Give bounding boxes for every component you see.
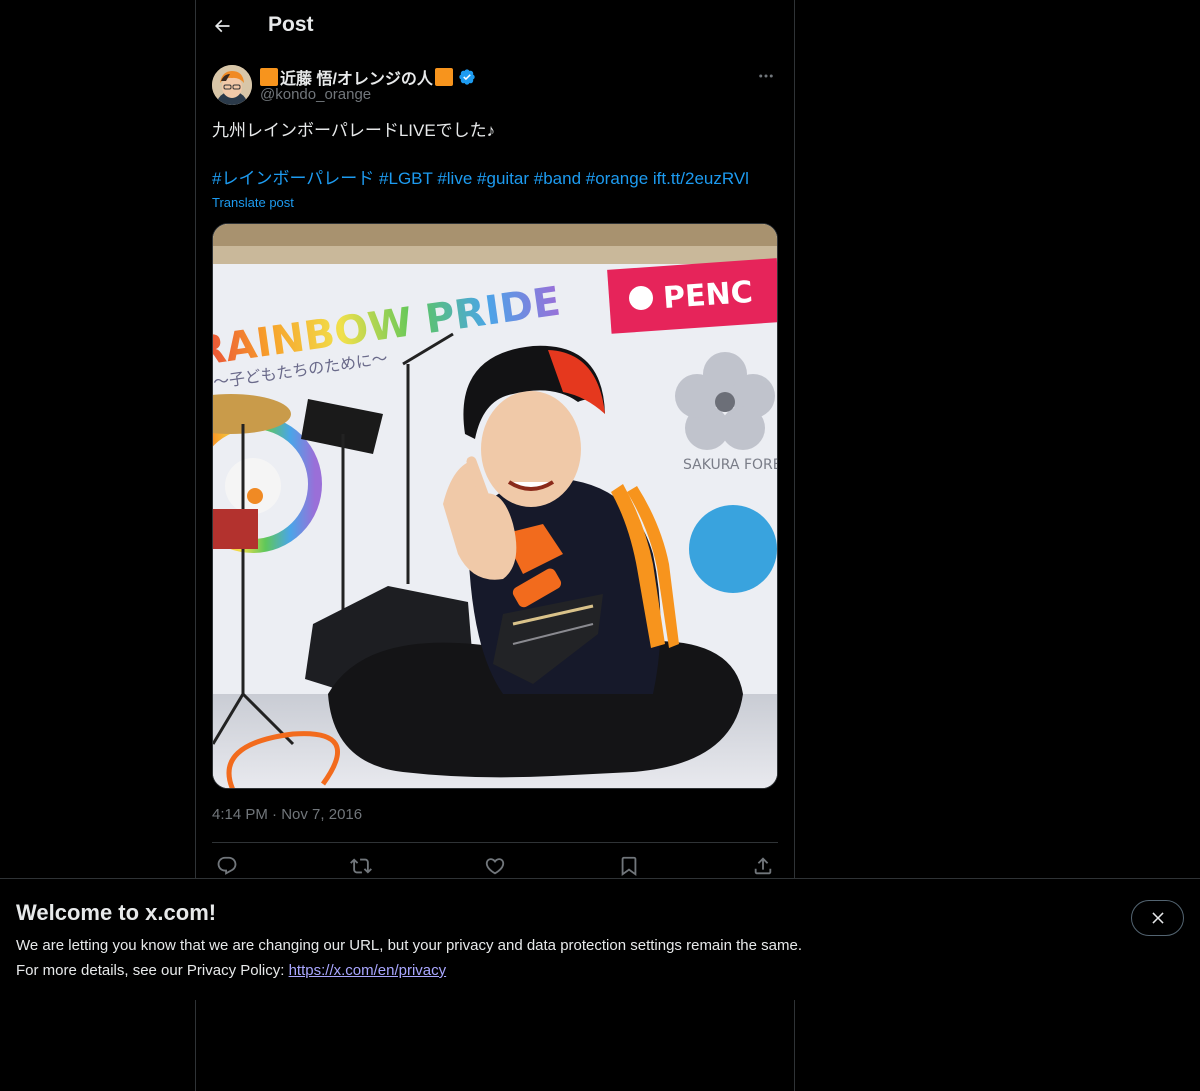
hashtag-link[interactable]: #レインボーパレード [212, 169, 374, 188]
hashtag-link[interactable]: #orange [586, 169, 648, 188]
repost-icon [350, 858, 372, 874]
share-icon [754, 857, 772, 875]
bookmark-icon [621, 856, 637, 877]
avatar[interactable] [212, 65, 252, 105]
orange-square-emoji [434, 68, 453, 86]
hashtag-link[interactable]: #guitar [477, 169, 529, 188]
url-change-banner: Welcome to x.com! We are letting you kno… [0, 878, 1200, 1000]
page-title: Post [268, 13, 314, 36]
divider [212, 842, 778, 843]
photo-guitarist: RAINBOW PRIDE 〜子どもたちのために〜 PENC SAKURA FO… [213, 224, 778, 788]
post-actions [212, 852, 778, 880]
post-header: Post [196, 0, 794, 53]
photo-sakura-text: SAKURA FORE [683, 457, 778, 473]
timestamp-separator: · [272, 806, 278, 823]
hashtag-link[interactable]: #LGBT [379, 169, 433, 188]
repost-button[interactable] [346, 852, 376, 880]
post-timestamp: 4:14 PM · Nov 7, 2016 [212, 806, 362, 823]
post-photo[interactable]: RAINBOW PRIDE 〜子どもたちのために〜 PENC SAKURA FO… [212, 223, 778, 789]
external-link[interactable]: ift.tt/2euzRVl [653, 169, 749, 188]
share-button[interactable] [748, 852, 778, 880]
like-button[interactable] [480, 852, 510, 880]
post-date[interactable]: Nov 7, 2016 [281, 806, 362, 823]
back-button[interactable] [204, 8, 240, 44]
post-text: 九州レインボーパレードLIVEでした♪ [212, 121, 496, 140]
reply-icon [217, 856, 237, 875]
more-options-button[interactable] [754, 64, 778, 88]
banner-close-button[interactable] [1131, 900, 1184, 936]
translate-post-link[interactable]: Translate post [212, 195, 294, 210]
bookmark-button[interactable] [614, 852, 644, 880]
banner-privacy-line: For more details, see our Privacy Policy… [16, 962, 446, 979]
reply-button[interactable] [212, 852, 242, 880]
hashtag-link[interactable]: #live [437, 169, 472, 188]
banner-message: We are letting you know that we are chan… [16, 937, 802, 954]
post-time[interactable]: 4:14 PM [212, 806, 268, 823]
heart-icon [485, 858, 505, 875]
author-handle[interactable]: @kondo_orange [260, 86, 371, 103]
close-icon [1151, 912, 1164, 924]
banner-privacy-prefix: For more details, see our Privacy Policy… [16, 962, 289, 979]
post-author: 近藤 悟/オレンジの人 @kondo_orange [212, 64, 778, 108]
post-hashtags: #レインボーパレード #LGBT #live #guitar #band #or… [212, 168, 749, 190]
more-horizontal-icon [759, 74, 773, 78]
banner-title: Welcome to x.com! [16, 900, 217, 925]
hashtag-link[interactable]: #band [534, 169, 581, 188]
privacy-policy-link[interactable]: https://x.com/en/privacy [289, 962, 447, 979]
verified-badge-icon[interactable] [458, 68, 476, 86]
arrow-left-icon [214, 19, 230, 33]
orange-square-emoji [260, 68, 278, 86]
avatar-image [212, 65, 252, 105]
photo-sponsor-text: PENC [662, 275, 754, 316]
